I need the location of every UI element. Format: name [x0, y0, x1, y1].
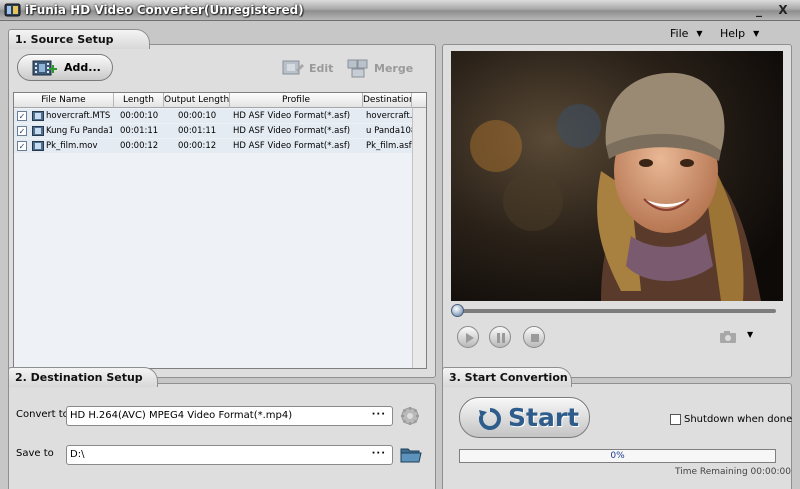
- add-button-label: Add...: [64, 61, 101, 74]
- file-output-length: 00:00:12: [178, 141, 217, 151]
- row-checkbox[interactable]: ✓: [17, 126, 27, 136]
- camera-icon: [720, 331, 736, 343]
- scrollbar[interactable]: [412, 108, 426, 368]
- video-preview: [451, 51, 783, 301]
- seek-bar[interactable]: [452, 309, 776, 313]
- file-name: hovercraft.MTS: [46, 111, 111, 121]
- table-row[interactable]: ✓ Kung Fu Panda1( 00:01:11 00:01:11 HD A…: [14, 124, 412, 138]
- pause-icon: [497, 333, 505, 343]
- column-destination[interactable]: Destination: [363, 93, 412, 108]
- start-button-label: Start: [508, 403, 580, 432]
- title-bar: iFunia HD Video Converter(Unregistered) …: [0, 0, 800, 21]
- settings-icon[interactable]: [400, 406, 420, 426]
- file-profile: HD ASF Video Format(*.asf): [233, 126, 351, 136]
- start-conversion-tab: 3. Start Convertion: [442, 367, 572, 387]
- file-length: 00:00:12: [120, 141, 159, 151]
- convert-to-browse-button[interactable]: ···: [372, 407, 386, 424]
- add-video-icon: [32, 60, 57, 76]
- merge-icon: [347, 59, 368, 78]
- convert-to-value: HD H.264(AVC) MPEG4 Video Format(*.mp4): [70, 410, 293, 421]
- file-menu-label: File: [670, 27, 689, 40]
- chevron-down-icon: ▼: [747, 330, 754, 339]
- file-menu[interactable]: File ▼: [670, 27, 703, 40]
- file-length: 00:01:11: [120, 126, 159, 136]
- seek-handle[interactable]: [451, 304, 464, 317]
- file-destination: Pk_film.asf: [366, 141, 412, 151]
- preview-frame-image: [451, 51, 783, 301]
- chevron-down-icon: ▼: [696, 29, 703, 38]
- refresh-icon: [479, 408, 501, 430]
- file-icon: [32, 111, 44, 121]
- save-to-browse-button[interactable]: ···: [372, 446, 386, 463]
- convert-to-label: Convert to: [16, 409, 69, 420]
- save-to-field[interactable]: D:\ ···: [66, 445, 393, 465]
- add-button[interactable]: Add...: [17, 54, 113, 81]
- progress-text: 0%: [610, 451, 625, 461]
- time-remaining: Time Remaining 00:00:00: [675, 467, 791, 477]
- destination-setup-tab: 2. Destination Setup: [8, 367, 158, 387]
- merge-button-label: Merge: [374, 62, 414, 75]
- shutdown-label: Shutdown when done: [684, 414, 793, 425]
- file-destination: hovercraft.as: [366, 111, 412, 121]
- play-icon: [466, 333, 474, 343]
- stop-button[interactable]: [523, 326, 545, 348]
- play-button[interactable]: [457, 326, 479, 348]
- row-checkbox[interactable]: ✓: [17, 111, 27, 121]
- file-profile: HD ASF Video Format(*.asf): [233, 111, 351, 121]
- file-output-length: 00:00:10: [178, 111, 217, 121]
- progress-bar: 0%: [459, 449, 776, 463]
- column-length[interactable]: Length: [114, 93, 164, 108]
- row-checkbox[interactable]: ✓: [17, 141, 27, 151]
- edit-icon: [282, 60, 304, 75]
- edit-button-label: Edit: [309, 62, 334, 75]
- folder-icon[interactable]: [400, 446, 422, 464]
- file-name: Kung Fu Panda1(: [46, 126, 112, 136]
- app-icon: [4, 3, 21, 17]
- source-setup-tab: 1. Source Setup: [8, 29, 150, 49]
- file-list-header: File Name Length Output Length Profile D…: [14, 93, 426, 108]
- chevron-down-icon: ▼: [753, 29, 760, 38]
- pause-button[interactable]: [489, 326, 511, 348]
- file-output-length: 00:01:11: [178, 126, 217, 136]
- column-output-length[interactable]: Output Length: [164, 93, 230, 108]
- table-row[interactable]: ✓ Pk_film.mov 00:00:12 00:00:12 HD ASF V…: [14, 139, 412, 153]
- window-title: iFunia HD Video Converter(Unregistered): [25, 3, 304, 17]
- table-row[interactable]: ✓ hovercraft.MTS 00:00:10 00:00:10 HD AS…: [14, 109, 412, 123]
- save-to-label: Save to: [16, 448, 54, 459]
- close-button[interactable]: X: [776, 3, 790, 17]
- client-area: File ▼ Help ▼ 1. Source Setup Add... Edit …: [0, 21, 800, 489]
- start-button[interactable]: Start: [459, 397, 590, 438]
- save-to-value: D:\: [70, 449, 85, 460]
- snapshot-button[interactable]: ▼: [719, 329, 757, 345]
- shutdown-checkbox[interactable]: [670, 414, 681, 425]
- minimize-button[interactable]: _: [752, 3, 766, 17]
- stop-icon: [531, 334, 539, 342]
- file-destination: u Panda108: [366, 126, 412, 136]
- file-icon: [32, 141, 44, 151]
- destination-setup-panel: [8, 383, 436, 489]
- file-profile: HD ASF Video Format(*.asf): [233, 141, 351, 151]
- file-length: 00:00:10: [120, 111, 159, 121]
- file-icon: [32, 126, 44, 136]
- convert-to-field[interactable]: HD H.264(AVC) MPEG4 Video Format(*.mp4) …: [66, 406, 393, 426]
- help-menu-label: Help: [720, 27, 746, 40]
- column-file-name[interactable]: File Name: [14, 93, 114, 108]
- file-name: Pk_film.mov: [46, 141, 98, 151]
- column-profile[interactable]: Profile: [230, 93, 363, 108]
- file-list[interactable]: File Name Length Output Length Profile D…: [13, 92, 427, 369]
- help-menu[interactable]: Help ▼: [720, 27, 759, 40]
